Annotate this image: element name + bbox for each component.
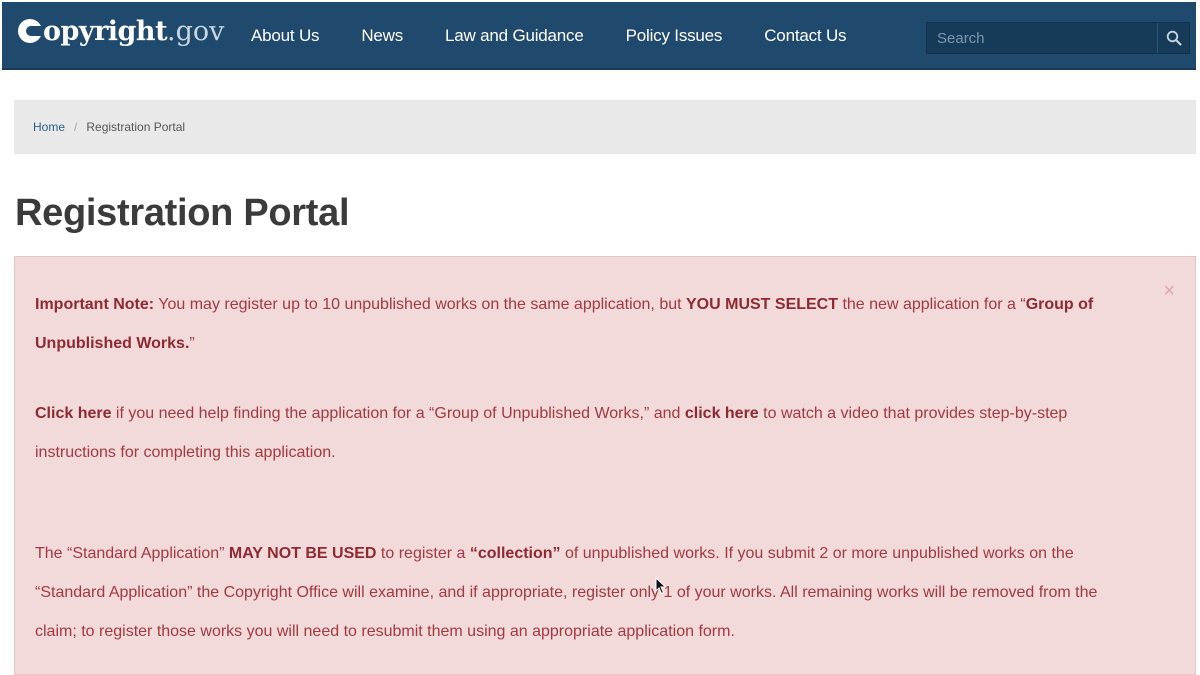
breadcrumb-home[interactable]: Home bbox=[33, 120, 65, 134]
search-input[interactable] bbox=[927, 23, 1157, 53]
video-link[interactable]: click here bbox=[685, 405, 759, 422]
logo-gov: .gov bbox=[167, 16, 225, 47]
copyright-c-icon bbox=[18, 19, 42, 43]
main-nav: About Us News Law and Guidance Policy Is… bbox=[230, 2, 867, 70]
help-text-1: if you need help finding the application… bbox=[111, 405, 685, 422]
alert-paragraph-help: Click here if you need help finding the … bbox=[35, 394, 1135, 472]
note-text-2: the new application for a bbox=[838, 296, 1021, 313]
alert-paragraph-note: Important Note: You may register up to 1… bbox=[35, 285, 1135, 363]
note-label: Important Note: bbox=[35, 296, 155, 313]
nav-news[interactable]: News bbox=[340, 2, 424, 70]
note-text-1: You may register up to 10 unpublished wo… bbox=[154, 296, 686, 313]
note-strong: YOU MUST SELECT bbox=[686, 296, 839, 313]
important-note-alert: × Important Note: You may register up to… bbox=[14, 256, 1196, 675]
nav-policy-issues[interactable]: Policy Issues bbox=[605, 2, 744, 70]
nav-contact-us[interactable]: Contact Us bbox=[743, 2, 867, 70]
standard-strong-1: MAY NOT BE USED bbox=[228, 545, 377, 562]
page-title: Registration Portal bbox=[15, 192, 350, 234]
help-link[interactable]: Click here bbox=[35, 405, 111, 422]
breadcrumb-separator: / bbox=[74, 120, 78, 134]
close-icon[interactable]: × bbox=[1163, 281, 1175, 301]
breadcrumb: Home / Registration Portal bbox=[14, 100, 1196, 154]
breadcrumb-current: Registration Portal bbox=[86, 120, 186, 134]
search-button[interactable] bbox=[1157, 23, 1189, 53]
alert-paragraph-standard: The “Standard Application” MAY NOT BE US… bbox=[35, 534, 1135, 651]
site-header: opyright .gov About Us News Law and Guid… bbox=[2, 2, 1196, 70]
standard-text-1: The “Standard Application” bbox=[35, 545, 229, 562]
nav-law-and-guidance[interactable]: Law and Guidance bbox=[424, 2, 605, 70]
standard-text-2: to register a bbox=[376, 545, 470, 562]
search-box bbox=[926, 22, 1190, 54]
site-logo[interactable]: opyright .gov bbox=[18, 16, 224, 56]
nav-about-us[interactable]: About Us bbox=[230, 2, 340, 70]
mouse-pointer-icon bbox=[655, 577, 667, 595]
logo-word: opyright bbox=[43, 16, 168, 47]
search-icon bbox=[1166, 30, 1181, 46]
note-quote-close: ” bbox=[189, 335, 195, 352]
standard-strong-2: “collection” bbox=[469, 545, 561, 562]
